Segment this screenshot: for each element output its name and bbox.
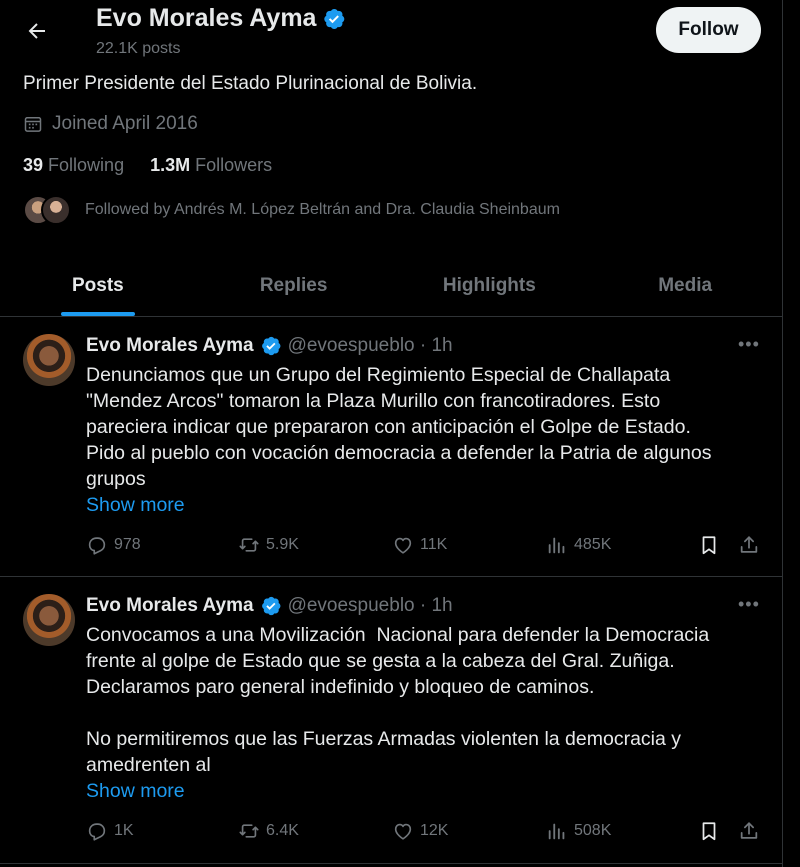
tweet-handle-time[interactable]: @evoespueblo · 1h [288, 595, 453, 617]
avatar[interactable] [23, 594, 75, 646]
header-title: Evo Morales Ayma [96, 4, 346, 33]
views-icon [548, 537, 565, 554]
tweet-author-name[interactable]: Evo Morales Ayma [86, 335, 254, 357]
tweet-text: Denunciamos que un Grupo del Regimiento … [86, 362, 746, 492]
profile-column: Evo Morales Ayma 22.1K posts Follow Prim… [0, 0, 783, 867]
tweet[interactable]: Evo Morales Ayma @evoespueblo · 1h ••• C… [0, 578, 783, 864]
tweet-actions: 978 5.9K 11K 485K [86, 534, 766, 564]
verified-badge-icon [261, 596, 281, 616]
followers-label: Followers [195, 155, 273, 175]
repost-count: 6.4K [266, 822, 299, 839]
views-count: 508K [574, 822, 612, 839]
reply-count: 1K [114, 822, 134, 839]
tweet-author-name[interactable]: Evo Morales Ayma [86, 595, 254, 617]
tweet-text-content: Convocamos a una Movilización Nacional p… [86, 624, 710, 776]
tab-label: Highlights [442, 275, 536, 296]
tab-media[interactable]: Media [587, 256, 783, 316]
more-icon[interactable]: ••• [738, 594, 760, 615]
joined-date: Joined April 2016 [23, 113, 198, 135]
followed-by-text: Followed by Andrés M. López Beltrán and … [85, 201, 560, 218]
arrow-left-icon [28, 23, 45, 39]
avatar [41, 195, 71, 225]
like-button[interactable]: 12K [392, 820, 448, 842]
tab-posts[interactable]: Posts [0, 256, 196, 316]
tab-label: Media [658, 275, 713, 296]
reply-button[interactable]: 1K [86, 820, 134, 842]
followers-count: 1.3M [150, 155, 191, 175]
repost-count: 5.9K [266, 536, 299, 553]
bookmark-icon [702, 822, 716, 841]
show-more-link[interactable]: Show more [86, 494, 185, 517]
profile-tabs: Posts Replies Highlights Media [0, 256, 783, 317]
views-icon [548, 823, 565, 840]
tweet-text-content: Denunciamos que un Grupo del Regimiento … [86, 364, 712, 490]
like-button[interactable]: 11K [392, 534, 447, 556]
bookmark-button[interactable] [698, 820, 720, 842]
profile-bio: Primer Presidente del Estado Plurinacion… [23, 73, 478, 94]
tweet-handle-time[interactable]: @evoespueblo · 1h [288, 335, 453, 357]
verified-badge-icon [261, 336, 281, 356]
tweet-actions: 1K 6.4K 12K 508K [86, 820, 766, 850]
follow-counts: 39 Following 1.3M Followers [23, 155, 272, 176]
follow-button[interactable]: Follow [656, 7, 761, 53]
repost-icon [239, 538, 259, 552]
tab-replies[interactable]: Replies [196, 256, 392, 316]
show-more-link[interactable]: Show more [86, 780, 185, 803]
followers-link[interactable]: 1.3M Followers [150, 155, 272, 176]
heart-icon [394, 823, 412, 840]
followed-by[interactable]: Followed by Andrés M. López Beltrán and … [23, 195, 560, 225]
back-button[interactable] [20, 14, 54, 48]
tab-label: Replies [259, 275, 328, 296]
reply-count: 978 [114, 536, 141, 553]
tweet[interactable]: Evo Morales Ayma @evoespueblo · 1h ••• D… [0, 318, 783, 577]
following-label: Following [48, 155, 125, 175]
following-link[interactable]: 39 Following [23, 155, 124, 176]
avatar[interactable] [23, 334, 75, 386]
verified-badge-icon [324, 8, 345, 29]
share-icon [740, 822, 758, 839]
like-count: 12K [420, 822, 449, 839]
bookmark-button[interactable] [698, 534, 720, 556]
joined-text: Joined April 2016 [52, 113, 198, 134]
views-button[interactable]: 508K [546, 820, 611, 842]
reply-button[interactable]: 978 [86, 534, 141, 556]
share-button[interactable] [738, 820, 760, 842]
reply-icon [88, 537, 106, 555]
tweet-text: Convocamos a una Movilización Nacional p… [86, 622, 746, 778]
views-count: 485K [574, 536, 612, 553]
repost-button[interactable]: 5.9K [238, 534, 299, 556]
heart-icon [394, 537, 412, 554]
tweet-header: Evo Morales Ayma @evoespueblo · 1h [86, 335, 453, 357]
bookmark-icon [702, 536, 716, 555]
tweet-header: Evo Morales Ayma @evoespueblo · 1h [86, 595, 453, 617]
post-count: 22.1K posts [96, 40, 181, 57]
more-icon[interactable]: ••• [738, 334, 760, 355]
following-count: 39 [23, 155, 44, 175]
tab-label: Posts [72, 275, 124, 296]
mutual-avatars [23, 195, 75, 225]
calendar-icon [24, 117, 42, 132]
reply-icon [88, 823, 106, 841]
share-icon [740, 536, 758, 553]
repost-button[interactable]: 6.4K [238, 820, 299, 842]
repost-icon [239, 824, 259, 838]
views-button[interactable]: 485K [546, 534, 611, 556]
active-tab-indicator [60, 312, 135, 316]
tab-highlights[interactable]: Highlights [392, 256, 588, 316]
profile-name: Evo Morales Ayma [96, 4, 317, 32]
like-count: 11K [420, 536, 448, 553]
share-button[interactable] [738, 534, 760, 556]
